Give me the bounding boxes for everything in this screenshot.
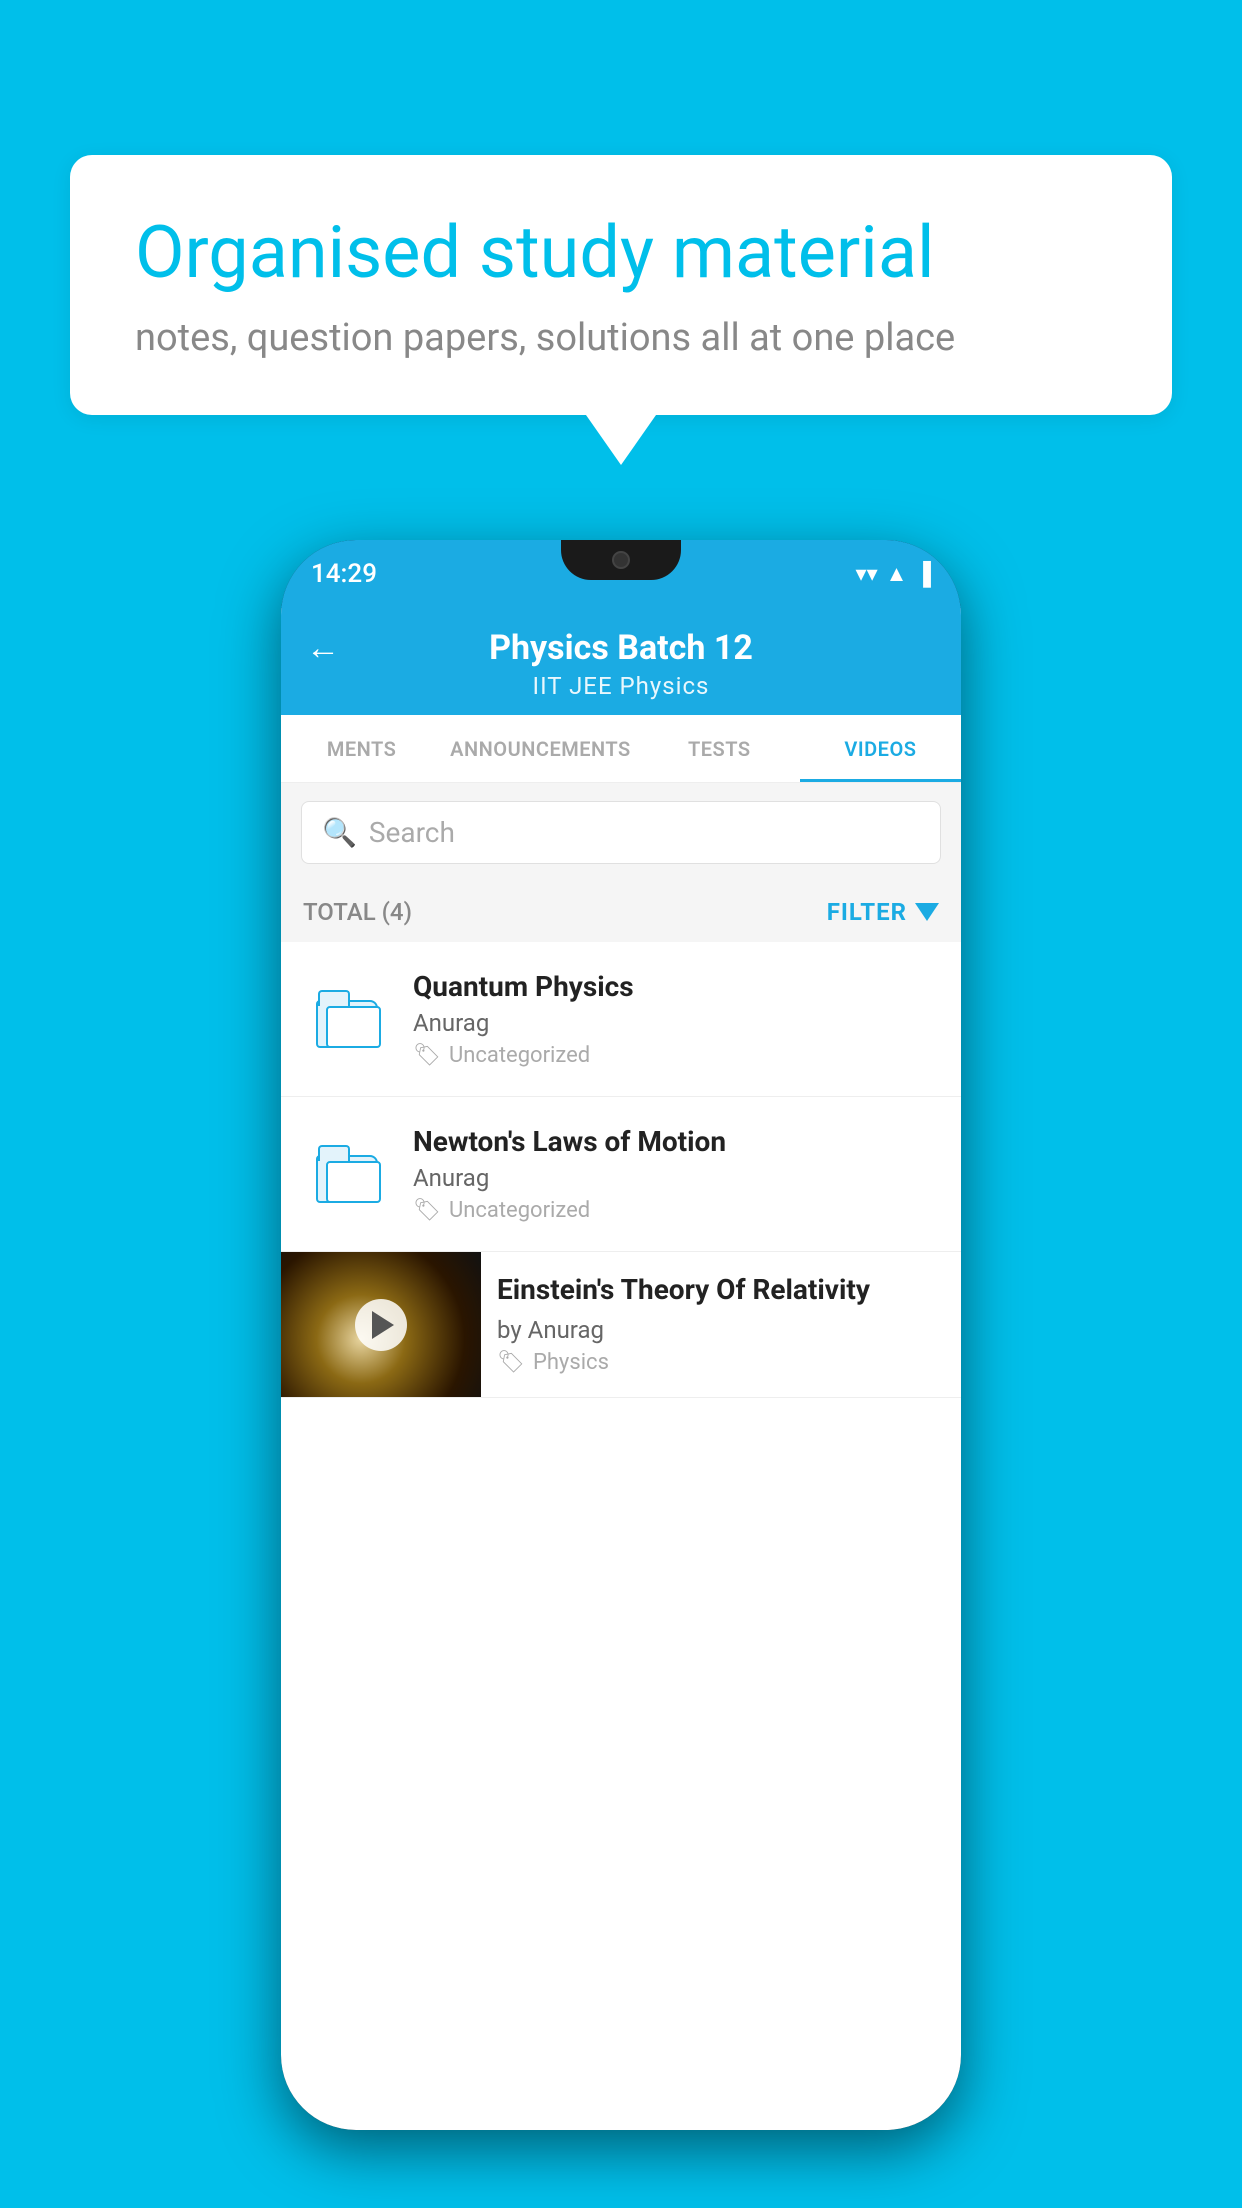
filter-button[interactable]: FILTER [827,898,939,926]
tab-ments[interactable]: MENTS [281,715,442,782]
video-author: by Anurag [497,1316,945,1344]
list-item[interactable]: Newton's Laws of Motion Anurag 🏷 Uncateg… [281,1097,961,1252]
status-icons: ▾▾ ▲ ▐ [856,561,931,587]
back-button[interactable]: ← [306,628,340,668]
phone: 14:29 ▾▾ ▲ ▐ ← Physics Batch 12 IIT JEE … [281,540,961,2130]
video-title: Einstein's Theory Of Relativity [497,1272,945,1308]
video-info: Newton's Laws of Motion Anurag 🏷 Uncateg… [413,1125,939,1223]
app-subtitle: IIT JEE Physics [533,672,710,700]
folder-icon [316,990,381,1048]
app-header: ← Physics Batch 12 IIT JEE Physics [281,608,961,715]
video-icon-area [303,1145,393,1203]
filter-label: FILTER [827,898,907,926]
speech-bubble-card: Organised study material notes, question… [70,155,1172,415]
video-icon-area [303,990,393,1048]
tag-icon: 🏷 [497,1350,525,1375]
phone-wrapper: 14:29 ▾▾ ▲ ▐ ← Physics Batch 12 IIT JEE … [80,540,1162,2130]
list-item[interactable]: Einstein's Theory Of Relativity by Anura… [281,1252,961,1398]
tabs-bar: MENTS ANNOUNCEMENTS TESTS VIDEOS [281,715,961,783]
video-tag-row: 🏷 Uncategorized [413,1043,939,1068]
tag-icon: 🏷 [413,1043,441,1068]
play-button[interactable] [355,1299,407,1351]
search-bar[interactable]: 🔍 Search [301,801,941,864]
tab-tests[interactable]: TESTS [639,715,800,782]
tab-videos[interactable]: VIDEOS [800,715,961,782]
search-icon: 🔍 [322,816,357,849]
speech-bubble-subtitle: notes, question papers, solutions all at… [135,316,1107,360]
phone-camera [612,551,630,569]
video-list: Quantum Physics Anurag 🏷 Uncategorized [281,942,961,1398]
tab-announcements[interactable]: ANNOUNCEMENTS [442,715,639,782]
video-author: Anurag [413,1164,939,1192]
app-header-row: ← Physics Batch 12 [306,628,936,668]
video-info: Quantum Physics Anurag 🏷 Uncategorized [413,970,939,1068]
video-tag-row: 🏷 Physics [497,1350,945,1375]
video-author: Anurag [413,1009,939,1037]
phone-screen: ← Physics Batch 12 IIT JEE Physics MENTS… [281,608,961,2130]
app-title: Physics Batch 12 [489,628,753,668]
total-count: TOTAL (4) [303,898,412,926]
search-bar-container: 🔍 Search [281,783,961,882]
play-icon [372,1311,394,1339]
video-tag: Physics [533,1350,609,1375]
list-item[interactable]: Quantum Physics Anurag 🏷 Uncategorized [281,942,961,1097]
speech-bubble-arrow [586,415,656,465]
wifi-icon: ▾▾ [856,562,878,587]
speech-bubble-section: Organised study material notes, question… [70,155,1172,465]
video-thumbnail [281,1252,481,1397]
speech-bubble-title: Organised study material [135,210,1107,296]
tag-icon: 🏷 [413,1198,441,1223]
filter-icon [915,903,939,921]
video-tag: Uncategorized [449,1198,590,1223]
folder-front [326,1006,381,1048]
folder-icon [316,1145,381,1203]
video-info: Einstein's Theory Of Relativity by Anura… [481,1252,961,1395]
filter-row: TOTAL (4) FILTER [281,882,961,942]
status-bar: 14:29 ▾▾ ▲ ▐ [281,540,961,608]
search-input[interactable]: Search [369,816,455,849]
video-tag-row: 🏷 Uncategorized [413,1198,939,1223]
video-title: Quantum Physics [413,970,939,1003]
battery-icon: ▐ [915,561,931,587]
video-tag: Uncategorized [449,1043,590,1068]
video-title: Newton's Laws of Motion [413,1125,939,1158]
folder-front [326,1161,381,1203]
status-time: 14:29 [311,559,377,589]
signal-icon: ▲ [886,561,908,587]
phone-notch [561,540,681,580]
